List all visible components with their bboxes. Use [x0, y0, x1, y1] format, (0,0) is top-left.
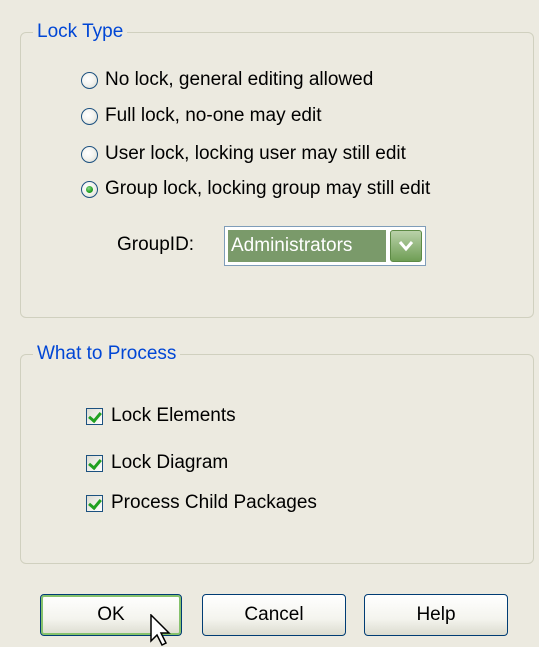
checkbox-process-child-packages[interactable]: Process Child Packages — [86, 492, 317, 514]
mouse-pointer-icon — [150, 614, 171, 647]
radio-full-lock-button[interactable] — [81, 107, 98, 125]
radio-no-lock-label: No lock, general editing allowed — [105, 69, 374, 90]
checkbox-lock-diagram-label: Lock Diagram — [111, 452, 229, 473]
radio-user-lock-button[interactable] — [81, 145, 98, 163]
help-button[interactable]: Help — [364, 594, 508, 636]
checkbox-lock-elements-box[interactable] — [86, 407, 103, 425]
chevron-down-icon[interactable] — [390, 230, 422, 262]
radio-user-lock-label: User lock, locking user may still edit — [105, 143, 406, 164]
what-to-process-title: What to Process — [33, 343, 181, 365]
checkbox-lock-elements-label: Lock Elements — [111, 405, 236, 426]
group-id-label: GroupID: — [117, 234, 194, 256]
checkbox-process-child-packages-label: Process Child Packages — [111, 492, 317, 513]
checkbox-process-child-packages-box[interactable] — [86, 494, 103, 512]
group-id-label-text: GroupID: — [117, 234, 195, 255]
group-id-dropdown[interactable]: Administrators — [224, 226, 426, 266]
lock-type-title: Lock Type — [33, 21, 128, 43]
checkbox-lock-diagram-box[interactable] — [86, 454, 103, 472]
checkbox-lock-elements[interactable]: Lock Elements — [86, 405, 236, 427]
radio-no-lock-button[interactable] — [81, 71, 98, 89]
checkbox-lock-diagram[interactable]: Lock Diagram — [86, 452, 228, 474]
radio-full-lock[interactable]: Full lock, no-one may edit — [81, 105, 322, 127]
cancel-button[interactable]: Cancel — [202, 594, 346, 636]
radio-group-lock-label: Group lock, locking group may still edit — [105, 178, 431, 199]
radio-no-lock[interactable]: No lock, general editing allowed — [81, 69, 373, 91]
group-id-value: Administrators — [228, 230, 386, 262]
radio-full-lock-label: Full lock, no-one may edit — [105, 105, 322, 126]
radio-group-lock-button[interactable] — [81, 180, 98, 198]
radio-group-lock[interactable]: Group lock, locking group may still edit — [81, 178, 430, 200]
radio-user-lock[interactable]: User lock, locking user may still edit — [81, 143, 406, 165]
